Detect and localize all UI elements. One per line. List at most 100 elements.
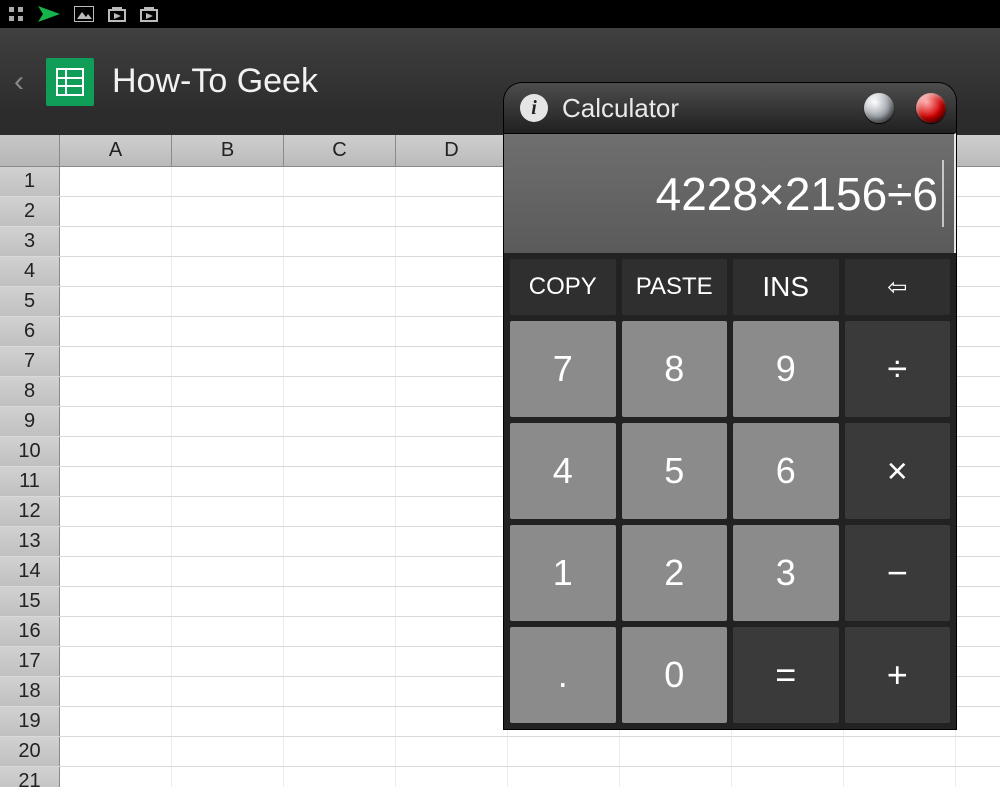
row-header[interactable]: 18 bbox=[0, 677, 60, 706]
row-header[interactable]: 8 bbox=[0, 377, 60, 406]
key-multiply[interactable]: × bbox=[845, 423, 951, 519]
cell[interactable] bbox=[396, 587, 508, 616]
cell[interactable] bbox=[844, 737, 956, 766]
key-subtract[interactable]: − bbox=[845, 525, 951, 621]
cell[interactable] bbox=[396, 497, 508, 526]
cell[interactable] bbox=[396, 527, 508, 556]
key-divide[interactable]: ÷ bbox=[845, 321, 951, 417]
cell[interactable] bbox=[284, 707, 396, 736]
row-header[interactable]: 7 bbox=[0, 347, 60, 376]
cell[interactable] bbox=[620, 737, 732, 766]
row-header[interactable]: 5 bbox=[0, 287, 60, 316]
cell[interactable] bbox=[60, 527, 172, 556]
cell[interactable] bbox=[172, 347, 284, 376]
cell[interactable] bbox=[844, 767, 956, 787]
minimize-button[interactable] bbox=[864, 93, 894, 123]
cell[interactable] bbox=[396, 617, 508, 646]
column-header-B[interactable]: B bbox=[172, 135, 284, 166]
back-button[interactable]: ‹ bbox=[14, 67, 28, 97]
cell[interactable] bbox=[60, 557, 172, 586]
cell[interactable] bbox=[396, 377, 508, 406]
cell[interactable] bbox=[172, 227, 284, 256]
cell[interactable] bbox=[60, 587, 172, 616]
cell[interactable] bbox=[508, 767, 620, 787]
row-header[interactable]: 16 bbox=[0, 617, 60, 646]
cell[interactable] bbox=[284, 347, 396, 376]
cell[interactable] bbox=[172, 407, 284, 436]
cell[interactable] bbox=[60, 287, 172, 316]
row-header[interactable]: 6 bbox=[0, 317, 60, 346]
key-4[interactable]: 4 bbox=[510, 423, 616, 519]
close-button[interactable] bbox=[916, 93, 946, 123]
key-3[interactable]: 3 bbox=[733, 525, 839, 621]
cell[interactable] bbox=[60, 407, 172, 436]
cell[interactable] bbox=[60, 167, 172, 196]
row-header[interactable]: 4 bbox=[0, 257, 60, 286]
cell[interactable] bbox=[396, 197, 508, 226]
column-header-D[interactable]: D bbox=[396, 135, 508, 166]
cell[interactable] bbox=[172, 197, 284, 226]
cell[interactable] bbox=[732, 737, 844, 766]
cell[interactable] bbox=[60, 437, 172, 466]
cell[interactable] bbox=[60, 347, 172, 376]
key-add[interactable]: + bbox=[845, 627, 951, 723]
key-9[interactable]: 9 bbox=[733, 321, 839, 417]
key-7[interactable]: 7 bbox=[510, 321, 616, 417]
cell[interactable] bbox=[60, 467, 172, 496]
cell[interactable] bbox=[284, 497, 396, 526]
cell[interactable] bbox=[284, 647, 396, 676]
cell[interactable] bbox=[172, 557, 284, 586]
cell[interactable] bbox=[172, 287, 284, 316]
cell[interactable] bbox=[172, 257, 284, 286]
cell[interactable] bbox=[60, 707, 172, 736]
key-copy[interactable]: COPY bbox=[510, 259, 616, 315]
cell[interactable] bbox=[396, 227, 508, 256]
cell[interactable] bbox=[172, 527, 284, 556]
cell[interactable] bbox=[172, 317, 284, 346]
cell[interactable] bbox=[396, 707, 508, 736]
row-header[interactable]: 11 bbox=[0, 467, 60, 496]
column-header-C[interactable]: C bbox=[284, 135, 396, 166]
cell[interactable] bbox=[172, 707, 284, 736]
info-icon[interactable]: i bbox=[520, 94, 548, 122]
cell[interactable] bbox=[284, 257, 396, 286]
row-header[interactable]: 14 bbox=[0, 557, 60, 586]
key-dot[interactable]: . bbox=[510, 627, 616, 723]
cell[interactable] bbox=[60, 617, 172, 646]
cell[interactable] bbox=[284, 527, 396, 556]
cell[interactable] bbox=[172, 377, 284, 406]
row-header[interactable]: 17 bbox=[0, 647, 60, 676]
cell[interactable] bbox=[172, 767, 284, 787]
cell[interactable] bbox=[396, 767, 508, 787]
cell[interactable] bbox=[284, 317, 396, 346]
key-0[interactable]: 0 bbox=[622, 627, 728, 723]
cell[interactable] bbox=[396, 647, 508, 676]
row-header[interactable]: 15 bbox=[0, 587, 60, 616]
row-header[interactable]: 2 bbox=[0, 197, 60, 226]
cell[interactable] bbox=[284, 167, 396, 196]
cell[interactable] bbox=[396, 257, 508, 286]
key-6[interactable]: 6 bbox=[733, 423, 839, 519]
cell[interactable] bbox=[172, 737, 284, 766]
calculator-window[interactable]: i Calculator 4228×2156÷6 COPY PASTE INS … bbox=[504, 83, 956, 729]
key-paste[interactable]: PASTE bbox=[622, 259, 728, 315]
calculator-titlebar[interactable]: i Calculator bbox=[504, 83, 956, 133]
row-header[interactable]: 12 bbox=[0, 497, 60, 526]
sheet-corner[interactable] bbox=[0, 135, 60, 166]
cell[interactable] bbox=[60, 737, 172, 766]
cell[interactable] bbox=[284, 587, 396, 616]
cell[interactable] bbox=[60, 227, 172, 256]
calculator-display[interactable]: 4228×2156÷6 bbox=[504, 133, 956, 253]
cell[interactable] bbox=[396, 557, 508, 586]
row-header[interactable]: 10 bbox=[0, 437, 60, 466]
cell[interactable] bbox=[60, 197, 172, 226]
key-2[interactable]: 2 bbox=[622, 525, 728, 621]
column-header-A[interactable]: A bbox=[60, 135, 172, 166]
cell[interactable] bbox=[172, 497, 284, 526]
cell[interactable] bbox=[60, 767, 172, 787]
cell[interactable] bbox=[396, 677, 508, 706]
cell[interactable] bbox=[172, 647, 284, 676]
row-header[interactable]: 9 bbox=[0, 407, 60, 436]
cell[interactable] bbox=[396, 317, 508, 346]
row-header[interactable]: 1 bbox=[0, 167, 60, 196]
